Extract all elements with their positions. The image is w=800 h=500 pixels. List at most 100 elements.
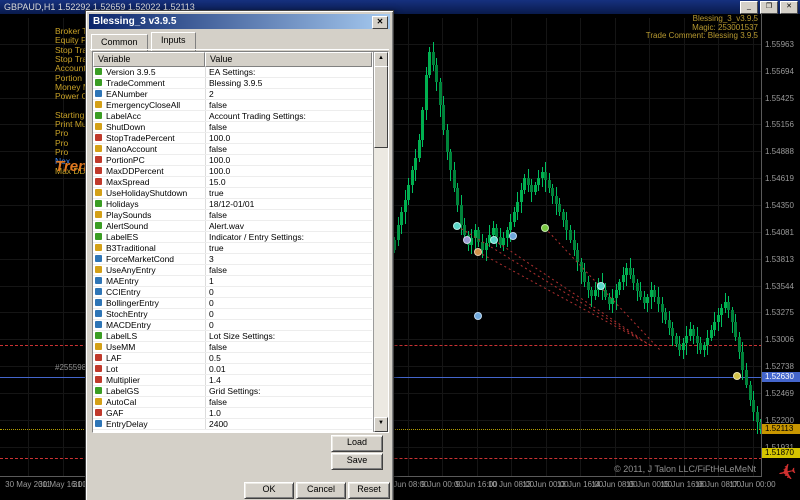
param-type-icon (95, 145, 102, 152)
param-row[interactable]: StopTradePercent 100.0 (93, 133, 372, 144)
param-value[interactable]: 0 (209, 309, 370, 319)
param-value[interactable]: 0.5 (209, 353, 370, 363)
param-value[interactable]: false (209, 342, 370, 352)
param-row[interactable]: PortionPC 100.0 (93, 155, 372, 166)
param-row[interactable]: PlaySounds false (93, 210, 372, 221)
param-row[interactable]: AlertSound Alert.wav (93, 221, 372, 232)
param-type-icon (95, 409, 102, 416)
param-value[interactable]: 100.0 (209, 166, 370, 176)
price-axis[interactable]: 1.55963 1.55694 1.55425 1.55156 1.54888 1.546… (761, 14, 800, 477)
cancel-button[interactable]: Cancel (296, 482, 346, 499)
parameters-table: Variable Value Version 3.9.5 EA Settings:… (92, 51, 389, 433)
param-value[interactable]: 2 (209, 89, 370, 99)
param-row[interactable]: Holidays 18/12-01/01 (93, 199, 372, 210)
param-value[interactable]: Blessing 3.9.5 (209, 78, 370, 88)
param-row[interactable]: EmergencyCloseAll false (93, 100, 372, 111)
price-axis-label: 1.54081 (765, 228, 794, 237)
restore-button[interactable]: ❐ (760, 1, 778, 14)
param-name: UseAnyEntry (106, 265, 156, 275)
price-axis-label: 1.55694 (765, 67, 794, 76)
param-row[interactable]: LabelGS Grid Settings: (93, 386, 372, 397)
param-value[interactable]: 15.0 (209, 177, 370, 187)
param-value[interactable]: EA Settings: (209, 67, 370, 77)
dialog-tabs: Common Inputs (91, 32, 197, 52)
param-value[interactable]: 0 (209, 320, 370, 330)
param-value[interactable]: 2400 (209, 419, 370, 429)
param-row[interactable]: LabelLS Lot Size Settings: (93, 331, 372, 342)
param-value[interactable]: false (209, 122, 370, 132)
param-row[interactable]: ShutDown false (93, 122, 372, 133)
param-row[interactable]: LAF 0.5 (93, 353, 372, 364)
param-name: LabelES (106, 232, 139, 242)
param-value[interactable]: 100.0 (209, 133, 370, 143)
param-value[interactable]: Lot Size Settings: (209, 331, 370, 341)
param-value[interactable]: true (209, 188, 370, 198)
column-header-variable[interactable]: Variable (93, 52, 205, 67)
param-value[interactable]: 0 (209, 287, 370, 297)
param-row[interactable]: LabelES Indicator / Entry Settings: (93, 232, 372, 243)
param-row[interactable]: CCIEntry 0 (93, 287, 372, 298)
param-row[interactable]: TradeComment Blessing 3.9.5 (93, 78, 372, 89)
dialog-panel-edge (90, 49, 389, 50)
param-value[interactable]: 1.0 (209, 408, 370, 418)
column-header-value[interactable]: Value (205, 52, 372, 67)
param-value[interactable]: 1 (209, 276, 370, 286)
param-row[interactable]: Lot 0.01 (93, 364, 372, 375)
param-value[interactable]: false (209, 265, 370, 275)
param-row[interactable]: StochEntry 0 (93, 309, 372, 320)
param-value[interactable]: false (209, 397, 370, 407)
param-row[interactable]: LabelAcc Account Trading Settings: (93, 111, 372, 122)
param-row[interactable]: UseAnyEntry false (93, 265, 372, 276)
param-row[interactable]: EANumber 2 (93, 89, 372, 100)
param-value[interactable]: 100.0 (209, 155, 370, 165)
param-type-icon (95, 211, 102, 218)
param-value[interactable]: Grid Settings: (209, 386, 370, 396)
param-name: Multiplier (106, 375, 141, 385)
param-type-icon (95, 68, 102, 75)
param-row[interactable]: MaxSpread 15.0 (93, 177, 372, 188)
param-value[interactable]: false (209, 144, 370, 154)
param-value[interactable]: Alert.wav (209, 221, 370, 231)
vertical-scrollbar[interactable]: ▲ ▼ (373, 52, 388, 432)
param-value[interactable]: 0 (209, 298, 370, 308)
param-type-icon (95, 354, 102, 361)
ok-button[interactable]: OK (244, 482, 294, 499)
param-name: ShutDown (106, 122, 146, 132)
param-value[interactable]: true (209, 243, 370, 253)
param-value[interactable]: 0.01 (209, 364, 370, 374)
param-row[interactable]: MACDEntry 0 (93, 320, 372, 331)
param-value[interactable]: 18/12-01/01 (209, 199, 370, 209)
minimize-button[interactable]: _ (740, 1, 758, 14)
save-button[interactable]: Save (331, 453, 383, 470)
scrollbar-thumb[interactable] (374, 66, 388, 148)
param-row[interactable]: EntryDelay 2400 (93, 419, 372, 430)
param-value[interactable]: 1.4 (209, 375, 370, 385)
param-row[interactable]: GAF 1.0 (93, 408, 372, 419)
param-value[interactable]: Account Trading Settings: (209, 111, 370, 121)
param-row[interactable]: BollingerEntry 0 (93, 298, 372, 309)
close-button[interactable]: ✕ (780, 1, 798, 14)
param-row[interactable]: UseMM false (93, 342, 372, 353)
param-row[interactable]: UseHolidayShutdown true (93, 188, 372, 199)
param-row[interactable]: ForceMarketCond 3 (93, 254, 372, 265)
param-value[interactable]: Indicator / Entry Settings: (209, 232, 370, 242)
param-value[interactable]: 3 (209, 254, 370, 264)
param-value[interactable]: false (209, 100, 370, 110)
scroll-up-icon[interactable]: ▲ (374, 52, 388, 67)
load-button[interactable]: Load (331, 435, 383, 452)
param-row[interactable]: NanoAccount false (93, 144, 372, 155)
trade-marker-icon (463, 236, 471, 244)
param-value[interactable]: false (209, 210, 370, 220)
param-row[interactable]: MAEntry 1 (93, 276, 372, 287)
dialog-close-icon[interactable]: ✕ (372, 16, 388, 29)
param-row[interactable]: Version 3.9.5 EA Settings: (93, 67, 372, 78)
scroll-down-icon[interactable]: ▼ (374, 417, 388, 432)
trade-marker-icon (490, 236, 498, 244)
param-row[interactable]: MaxDDPercent 100.0 (93, 166, 372, 177)
param-row[interactable]: AutoCal false (93, 397, 372, 408)
dialog-titlebar[interactable]: Blessing_3 v3.9.5 ✕ (89, 14, 390, 29)
reset-button[interactable]: Reset (348, 482, 390, 499)
param-row[interactable]: Multiplier 1.4 (93, 375, 372, 386)
param-type-icon (95, 178, 102, 185)
param-row[interactable]: B3Traditional true (93, 243, 372, 254)
